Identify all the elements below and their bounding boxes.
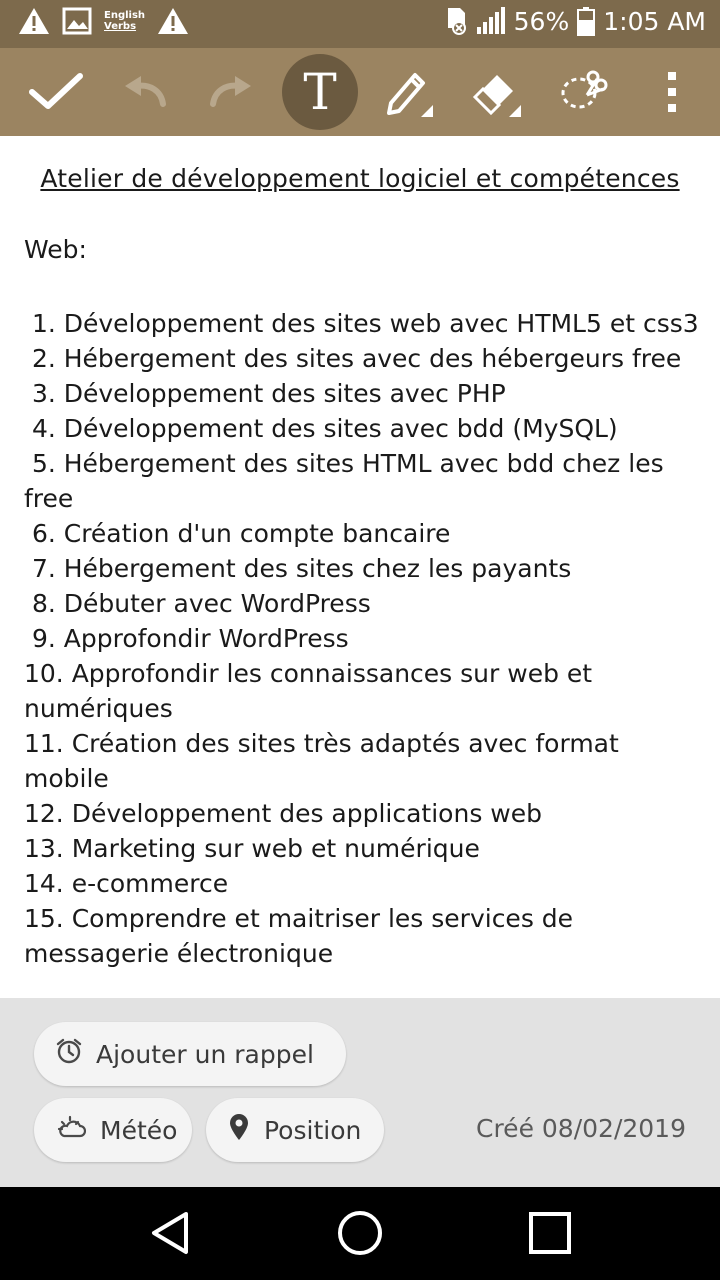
english-verbs-line2: Verbs <box>104 21 137 32</box>
alarm-clock-icon <box>56 1038 82 1070</box>
list-item: 12. Développement des applications web <box>24 799 542 828</box>
pen-icon <box>381 65 435 119</box>
english-verbs-icon: English Verbs <box>104 10 145 32</box>
list-item: 13. Marketing sur web et numérique <box>24 834 480 863</box>
list-item: 10. Approfondir les connaissances sur we… <box>24 659 601 723</box>
list-item: 4. Développement des sites avec bdd (MyS… <box>24 414 618 443</box>
home-circle-icon <box>337 1210 383 1260</box>
notification-area: English Verbs <box>18 6 189 36</box>
recent-apps-button[interactable] <box>520 1205 580 1265</box>
done-button[interactable] <box>18 54 94 130</box>
note-title: Atelier de développement logiciel et com… <box>40 164 680 193</box>
add-reminder-button[interactable]: Ajouter un rappel <box>34 1022 346 1086</box>
list-item: 6. Création d'un compte bancaire <box>24 519 451 548</box>
system-indicators: 56% 1:05 AM <box>444 6 706 36</box>
more-vert-icon <box>664 70 680 114</box>
editor-toolbar: T <box>0 48 720 136</box>
back-button[interactable] <box>140 1205 200 1265</box>
list-item: 3. Développement des sites avec PHP <box>24 379 506 408</box>
redo-icon <box>207 72 257 112</box>
warning-icon <box>18 6 50 36</box>
home-button[interactable] <box>330 1205 390 1265</box>
section-heading: Web: <box>24 235 87 264</box>
more-options-button[interactable] <box>634 54 710 130</box>
eraser-icon <box>469 65 523 119</box>
clock: 1:05 AM <box>603 6 706 36</box>
redo-button[interactable] <box>194 54 270 130</box>
sim-card-icon <box>444 6 468 36</box>
english-verbs-line1: English <box>104 10 146 21</box>
note-footer: Ajouter un rappel Météo Position Créé 08… <box>0 998 720 1187</box>
list-item: 8. Débuter avec WordPress <box>24 589 371 618</box>
location-button[interactable]: Position <box>206 1098 384 1162</box>
back-triangle-icon <box>148 1210 192 1260</box>
undo-icon <box>119 72 169 112</box>
battery-percent: 56% <box>513 6 570 36</box>
note-body[interactable]: Atelier de développement logiciel et com… <box>0 136 720 998</box>
list-item: 9. Approfondir WordPress <box>24 624 349 653</box>
text-tool-button[interactable]: T <box>282 54 358 130</box>
lasso-icon <box>557 65 611 119</box>
navigation-bar <box>0 1187 720 1280</box>
note-list: 1. Développement des sites web avec HTML… <box>24 306 704 971</box>
weather-label: Météo <box>100 1115 178 1145</box>
signal-icon <box>476 7 506 35</box>
battery-icon <box>577 6 596 36</box>
undo-button[interactable] <box>106 54 182 130</box>
weather-button[interactable]: Météo <box>34 1098 192 1162</box>
list-item: 14. e-commerce <box>24 869 229 898</box>
eraser-tool-button[interactable] <box>458 54 534 130</box>
add-reminder-label: Ajouter un rappel <box>96 1039 314 1069</box>
pen-tool-button[interactable] <box>370 54 446 130</box>
location-label: Position <box>264 1115 362 1145</box>
status-bar: English Verbs 56% 1:05 AM <box>0 0 720 48</box>
list-item: 7. Hébergement des sites chez les payant… <box>24 554 572 583</box>
list-item: 2. Hébergement des sites avec des héberg… <box>24 344 682 373</box>
check-icon <box>28 72 84 112</box>
location-pin-icon <box>228 1113 250 1147</box>
text-icon: T <box>303 63 337 121</box>
weather-icon <box>56 1114 87 1146</box>
list-item: 5. Hébergement des sites HTML avec bdd c… <box>24 449 672 513</box>
list-item: 11. Création des sites très adaptés avec… <box>24 729 627 793</box>
image-icon <box>62 7 92 35</box>
lasso-tool-button[interactable] <box>546 54 622 130</box>
warning-icon <box>157 6 189 36</box>
list-item: 15. Comprendre et maitriser les services… <box>24 904 581 968</box>
list-item: 1. Développement des sites web avec HTML… <box>24 309 699 338</box>
created-date: Créé 08/02/2019 <box>476 1114 686 1143</box>
recent-square-icon <box>528 1211 572 1259</box>
